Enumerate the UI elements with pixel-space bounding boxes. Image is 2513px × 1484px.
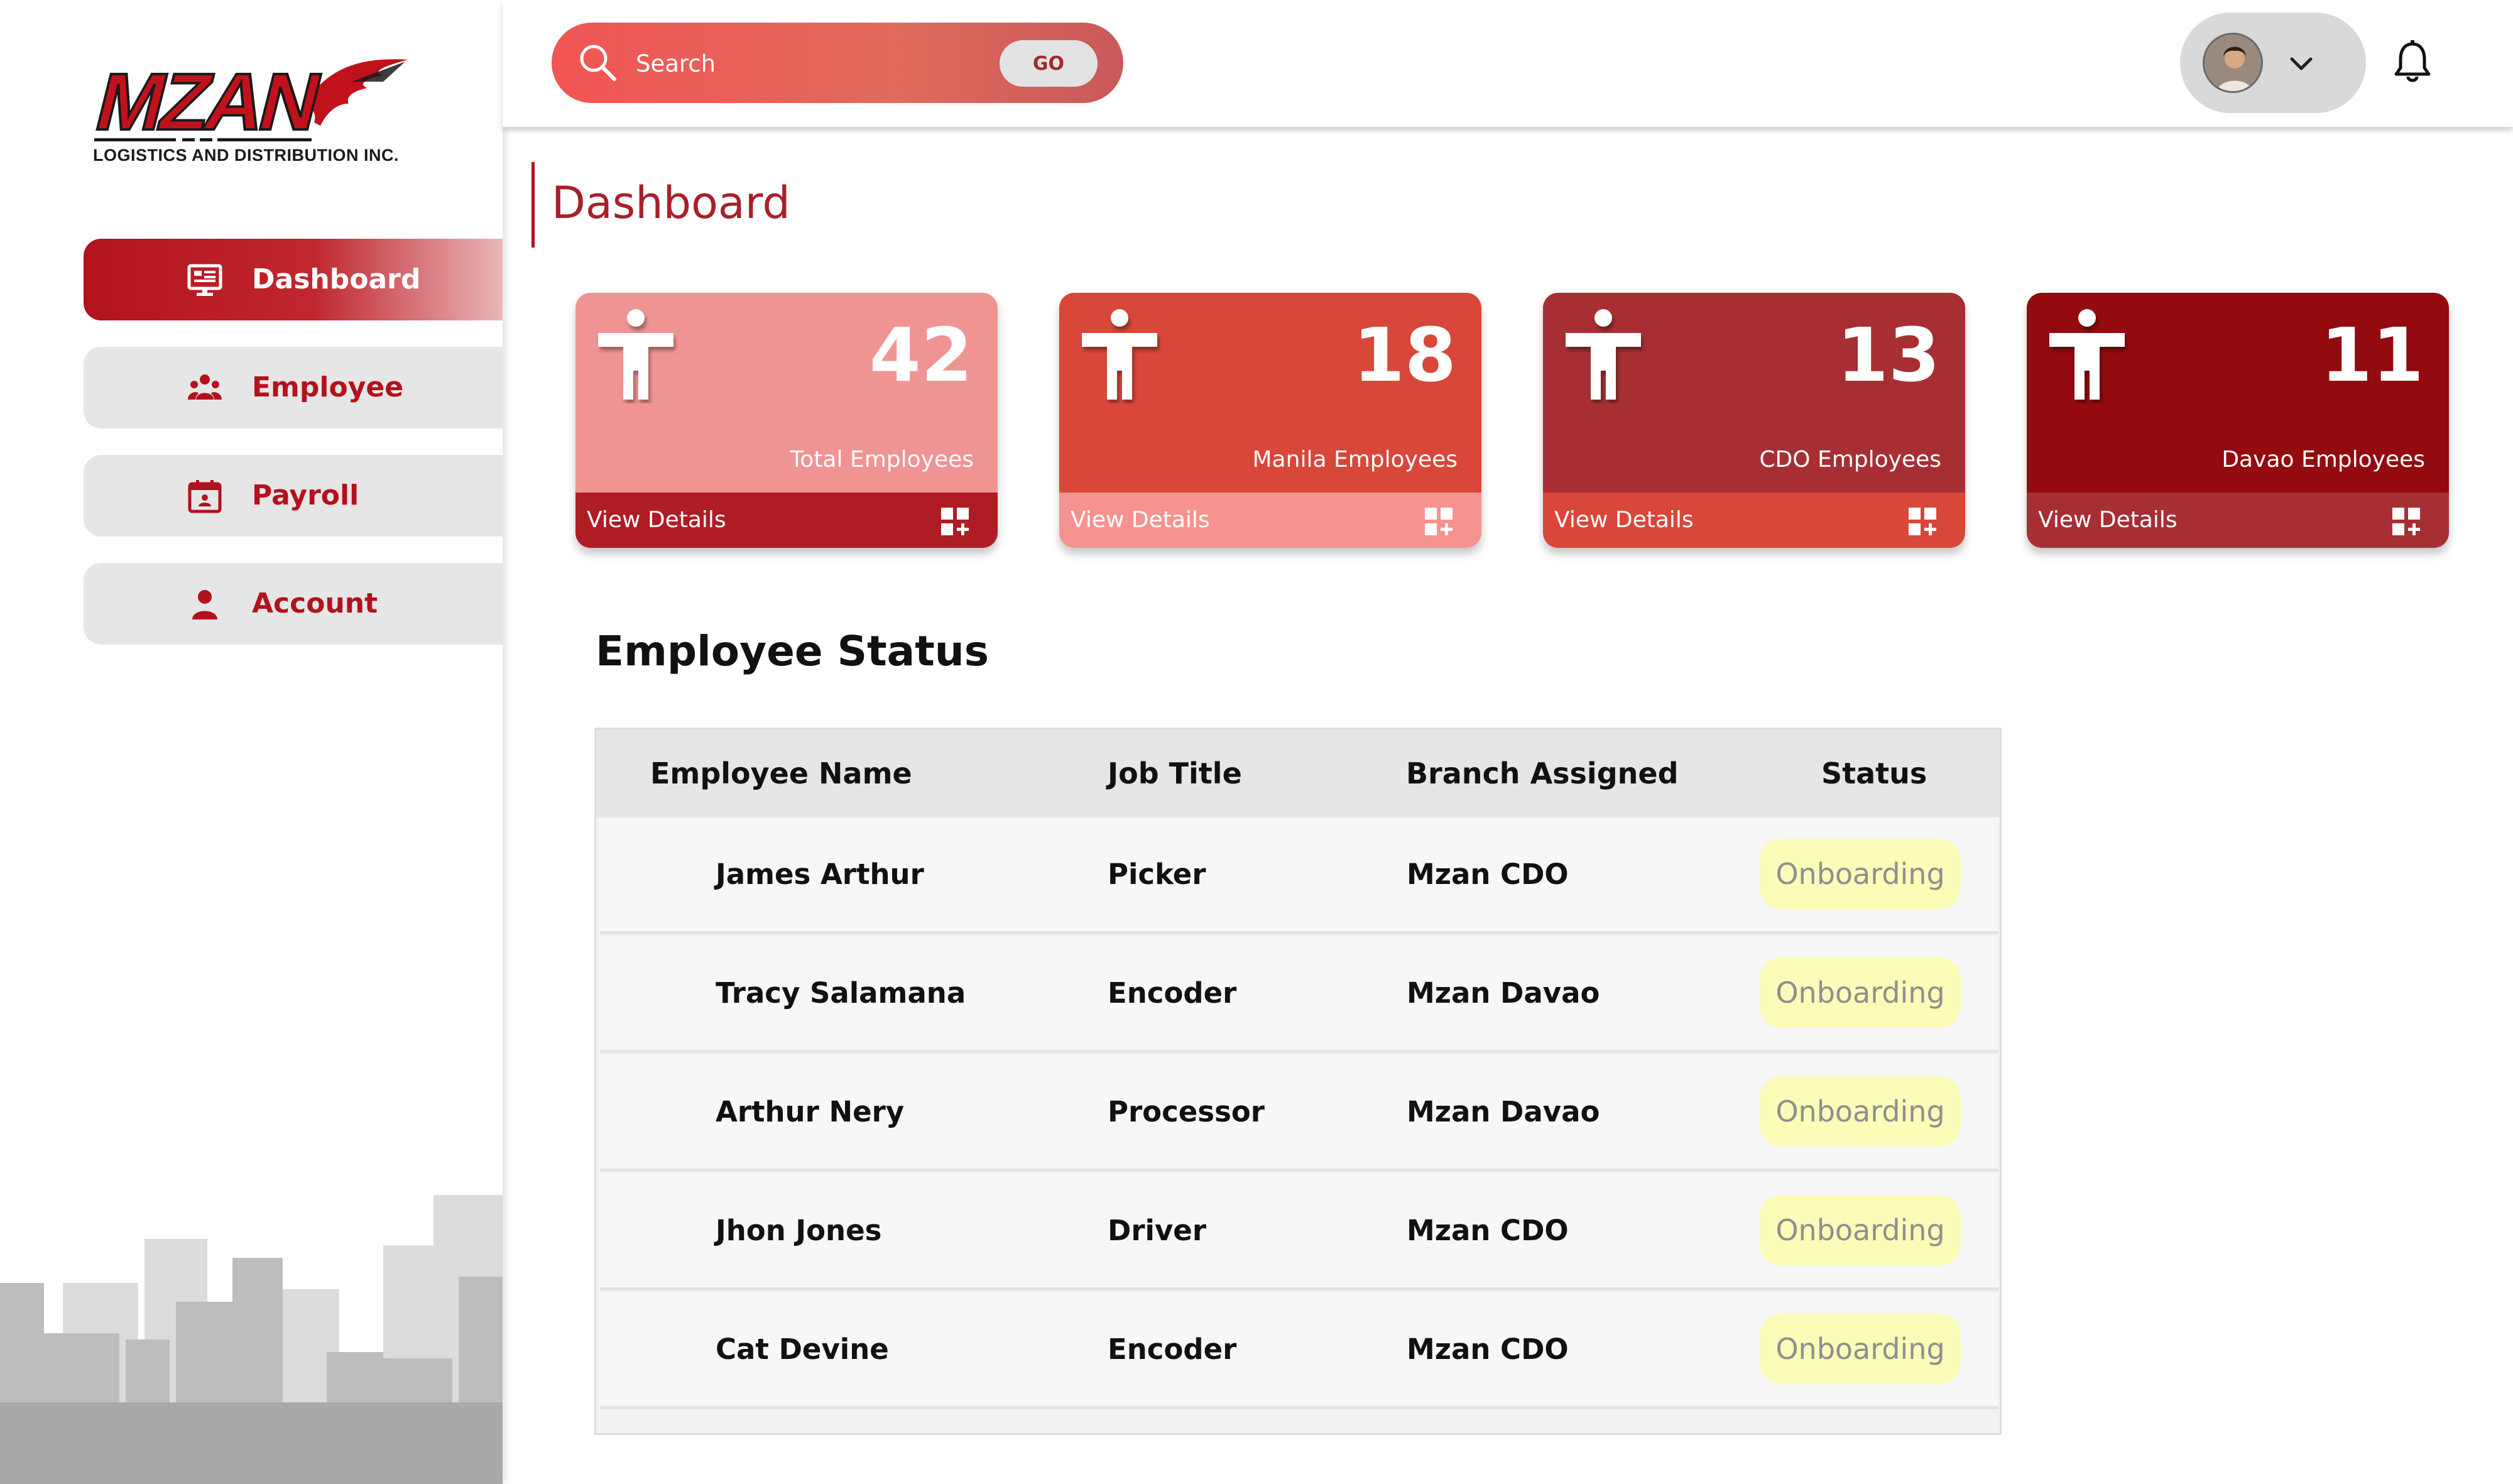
card-label: Total Employees [790, 447, 974, 472]
column-header-branch[interactable]: Branch Assigned [1406, 729, 1679, 817]
branch-cell: Mzan Davao [1407, 1095, 1600, 1128]
view-details-link[interactable]: View Details [1059, 493, 1481, 548]
view-details-link[interactable]: View Details [1543, 493, 1965, 548]
go-button[interactable]: GO [1000, 40, 1098, 87]
calendar-id-icon [188, 480, 222, 513]
view-details-label: View Details [1071, 507, 1210, 533]
grid-add-icon [1909, 508, 1936, 535]
monitor-icon [187, 264, 222, 296]
card-label: CDO Employees [1759, 447, 1941, 472]
status-badge: Onboarding [1760, 1195, 1961, 1265]
person-icon [192, 590, 217, 619]
card-value: 18 [1353, 312, 1456, 398]
chevron-down-icon[interactable] [2287, 49, 2316, 78]
job-title-cell: Processor [1108, 1095, 1265, 1128]
view-details-link[interactable]: View Details [575, 493, 998, 548]
person-icon [1566, 309, 1641, 400]
job-title-cell: Picker [1108, 858, 1206, 891]
sidebar-item-dashboard[interactable]: Dashboard [84, 239, 503, 320]
sidebar-item-label: Account [252, 587, 378, 619]
sidebar-item-label: Employee [252, 371, 404, 403]
status-badge: Onboarding [1760, 958, 1961, 1028]
column-header-job-title[interactable]: Job Title [1108, 729, 1242, 817]
column-header-status[interactable]: Status [1821, 729, 1927, 817]
status-badge: Onboarding [1760, 1076, 1961, 1147]
employee-name-cell: James Arthur [716, 858, 924, 891]
employee-status-table: Employee Name Job Title Branch Assigned … [594, 728, 2002, 1435]
employee-name-cell: Jhon Jones [716, 1214, 882, 1247]
branch-cell: Mzan CDO [1407, 1214, 1569, 1247]
table-row[interactable]: Arthur Nery Processor Mzan Davao Onboard… [600, 1055, 1998, 1172]
search-bar: GO [552, 23, 1123, 103]
table-header: Employee Name Job Title Branch Assigned … [596, 729, 2000, 817]
branch-cell: Mzan Davao [1407, 976, 1600, 1010]
svg-text:MZAN: MZAN [88, 57, 327, 147]
column-header-employee-name[interactable]: Employee Name [650, 729, 912, 817]
avatar-image [2205, 35, 2261, 91]
branch-cell: Mzan CDO [1407, 1333, 1569, 1366]
card-body: 42 Total Employees [575, 293, 998, 493]
employee-name-cell: Cat Devine [716, 1333, 889, 1366]
status-badge: Onboarding [1760, 1314, 1961, 1384]
job-title-cell: Driver [1108, 1214, 1207, 1247]
grid-add-icon [2392, 508, 2420, 535]
summary-card: 11 Davao Employees View Details [2027, 293, 2449, 548]
sidebar-item-payroll[interactable]: Payroll [84, 455, 503, 537]
table-row[interactable]: Jhon Jones Driver Mzan CDO Onboarding [600, 1174, 1998, 1290]
view-details-label: View Details [1554, 507, 1694, 533]
card-label: Manila Employees [1252, 447, 1458, 472]
company-subtitle: LOGISTICS AND DISTRIBUTION INC. [93, 146, 399, 165]
sidebar-item-label: Payroll [252, 479, 359, 511]
employee-name-cell: Arthur Nery [716, 1095, 905, 1128]
card-body: 11 Davao Employees [2027, 293, 2449, 493]
title-accent-bar [531, 162, 535, 248]
bell-icon[interactable] [2392, 40, 2433, 84]
card-value: 42 [869, 312, 973, 398]
view-details-label: View Details [587, 507, 726, 533]
grid-add-icon [941, 508, 969, 535]
person-icon [598, 309, 673, 400]
sidebar-item-label: Dashboard [252, 263, 421, 295]
avatar[interactable] [2203, 33, 2263, 93]
branch-cell: Mzan CDO [1407, 858, 1569, 891]
group-icon [188, 374, 222, 400]
card-label: Davao Employees [2221, 447, 2425, 472]
job-title-cell: Encoder [1108, 976, 1237, 1010]
sidebar-item-employee[interactable]: Employee [84, 347, 503, 428]
summary-card: 18 Manila Employees View Details [1059, 293, 1481, 548]
card-body: 13 CDO Employees [1543, 293, 1965, 493]
job-title-cell: Encoder [1108, 1333, 1237, 1366]
sidebar-item-account[interactable]: Account [84, 563, 503, 645]
table-row[interactable]: Tracy Salamana Encoder Mzan Davao Onboar… [600, 936, 1998, 1053]
view-details-link[interactable]: View Details [2027, 493, 2449, 548]
card-body: 18 Manila Employees [1059, 293, 1481, 493]
section-title: Employee Status [596, 627, 989, 675]
summary-card: 13 CDO Employees View Details [1543, 293, 1965, 548]
table-row[interactable]: Cat Devine Encoder Mzan CDO Onboarding [600, 1292, 1998, 1409]
person-icon [2049, 309, 2125, 400]
employee-name-cell: Tracy Salamana [716, 976, 966, 1010]
grid-add-icon [1425, 508, 1453, 535]
profile-menu[interactable] [2180, 13, 2366, 113]
search-input[interactable] [635, 44, 913, 83]
view-details-label: View Details [2038, 507, 2178, 533]
search-icon[interactable] [578, 43, 617, 82]
card-value: 11 [2320, 312, 2424, 398]
card-value: 13 [1836, 312, 1940, 398]
summary-card: 42 Total Employees View Details [575, 293, 998, 548]
status-badge: Onboarding [1760, 839, 1961, 909]
person-icon [1082, 309, 1157, 400]
page-title: Dashboard [552, 177, 790, 229]
sidebar: MZAN LOGISTICS AND DISTRIBUTION INC. Das… [0, 0, 503, 1484]
table-row[interactable]: James Arthur Picker Mzan CDO Onboarding [600, 817, 1998, 934]
city-skyline-illustration [0, 1195, 503, 1484]
